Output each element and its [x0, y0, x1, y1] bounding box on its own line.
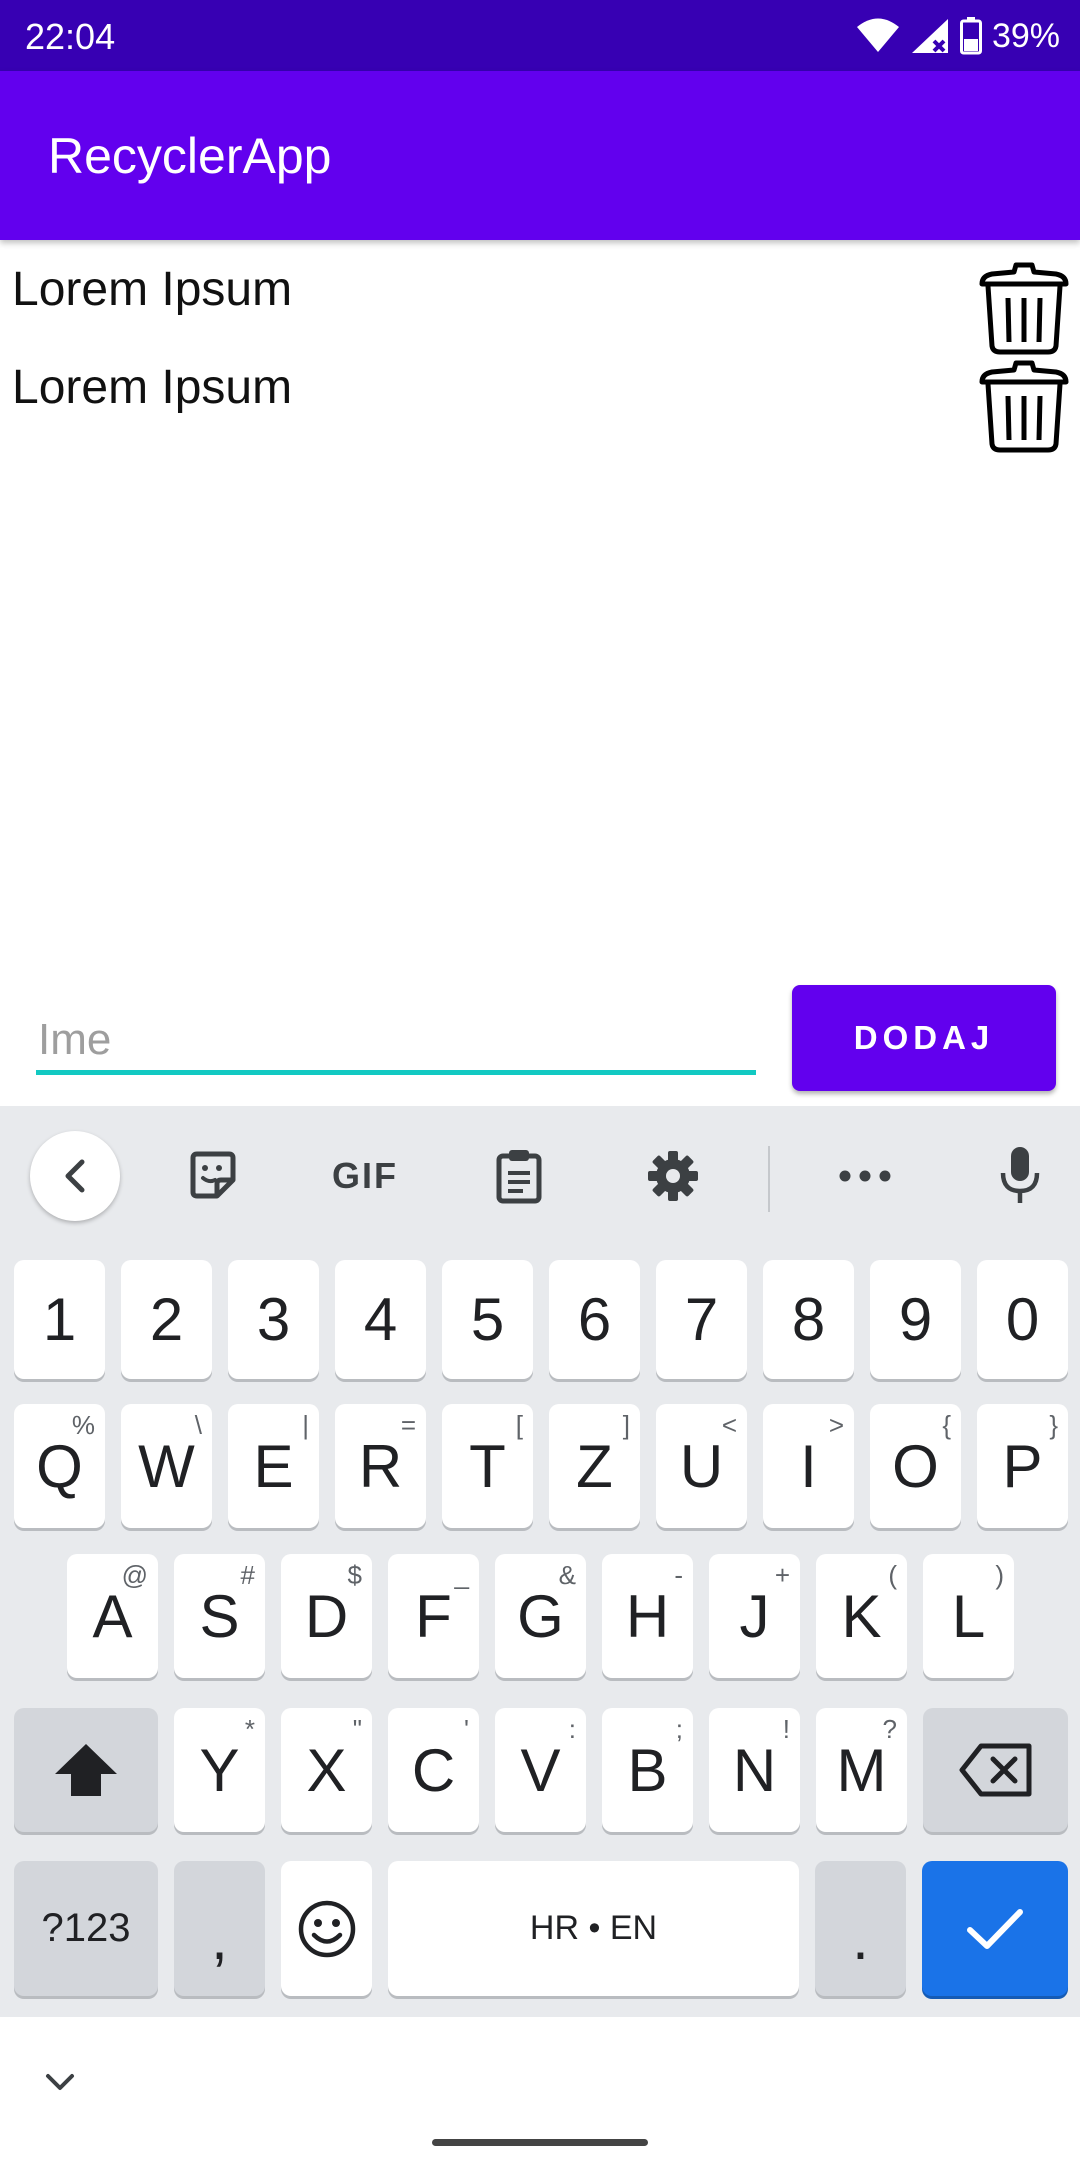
done-key[interactable] [922, 1861, 1068, 1996]
status-icons: 39% [856, 14, 1060, 58]
status-time: 22:04 [25, 16, 116, 57]
soft-keyboard: GIF 1 2 3 4 5 6 7 8 9 0 Q% W \ E | R = T[ Z… [0, 1106, 1080, 2017]
home-gesture-bar[interactable] [432, 2139, 648, 2146]
key-t[interactable]: T[ [442, 1404, 533, 1528]
gif-button[interactable]: GIF [320, 1131, 410, 1221]
keyboard-toolbar: GIF [0, 1106, 1080, 1236]
keyboard-back-button[interactable] [30, 1131, 120, 1221]
key-l[interactable]: L) [923, 1554, 1014, 1678]
key-j[interactable]: J + [709, 1554, 800, 1678]
period-key[interactable]: . [815, 1861, 906, 1996]
key-2[interactable]: 2 [121, 1260, 212, 1379]
key-z[interactable]: Z] [549, 1404, 640, 1528]
status-bar: 22:04 39% [0, 0, 1080, 71]
key-o[interactable]: O{ [870, 1404, 961, 1528]
back-icon [65, 1159, 85, 1193]
key-p[interactable]: P} [977, 1404, 1068, 1528]
gif-icon: GIF [332, 1155, 398, 1196]
key-x[interactable]: X " [281, 1708, 372, 1832]
more-icon [839, 1170, 891, 1182]
key-b[interactable]: B; [602, 1708, 693, 1832]
list-item: Lorem Ipsum [0, 338, 1080, 453]
app-title: RecyclerApp [48, 128, 332, 184]
emoji-key[interactable] [281, 1861, 372, 1996]
settings-button[interactable] [628, 1131, 718, 1221]
checkmark-icon [967, 1908, 1023, 1949]
shift-key[interactable] [14, 1708, 158, 1832]
item-label: Lorem Ipsum [12, 361, 293, 414]
key-f[interactable]: F _ [388, 1554, 479, 1678]
battery-icon [959, 17, 982, 55]
key-4[interactable]: 4 [335, 1260, 426, 1379]
delete-button[interactable] [978, 360, 1070, 454]
clipboard-button[interactable] [474, 1131, 564, 1221]
key-e[interactable]: E | [228, 1404, 319, 1528]
add-button[interactable]: DODAJ [792, 985, 1056, 1091]
key-9[interactable]: 9 [870, 1260, 961, 1379]
settings-icon [648, 1151, 698, 1201]
key-h[interactable]: H- [602, 1554, 693, 1678]
key-u[interactable]: U < [656, 1404, 747, 1528]
sticker-icon [190, 1151, 236, 1199]
symbols-key[interactable]: ?123 [14, 1861, 158, 1996]
space-key[interactable]: HR • EN [388, 1861, 799, 1996]
key-i[interactable]: I > [763, 1404, 854, 1528]
key-8[interactable]: 8 [763, 1260, 854, 1379]
mic-icon [1000, 1147, 1040, 1203]
key-g[interactable]: G & [495, 1554, 586, 1678]
key-0[interactable]: 0 [977, 1260, 1068, 1379]
key-5[interactable]: 5 [442, 1260, 533, 1379]
key-y[interactable]: Y * [174, 1708, 265, 1832]
key-k[interactable]: K( [816, 1554, 907, 1678]
key-7[interactable]: 7 [656, 1260, 747, 1379]
toolbar-divider [768, 1146, 770, 1212]
more-button[interactable] [820, 1131, 910, 1221]
key-v[interactable]: V: [495, 1708, 586, 1832]
list-item: Lorem Ipsum [0, 240, 1080, 355]
comma-key[interactable]: , [174, 1861, 265, 1996]
hide-keyboard-button[interactable] [40, 2062, 80, 2102]
key-n[interactable]: N! [709, 1708, 800, 1832]
item-label: Lorem Ipsum [12, 263, 293, 316]
key-c[interactable]: C ' [388, 1708, 479, 1832]
trash-icon [979, 360, 1069, 453]
clipboard-icon [496, 1150, 542, 1204]
shift-icon [55, 1744, 117, 1796]
input-underline [36, 1070, 756, 1075]
key-d[interactable]: D $ [281, 1554, 372, 1678]
cell-signal-icon [911, 19, 948, 53]
battery-percent: 39% [991, 16, 1060, 55]
chevron-down-icon [46, 2074, 74, 2090]
emoji-icon [298, 1900, 355, 1957]
key-3[interactable]: 3 [228, 1260, 319, 1379]
key-m[interactable]: M? [816, 1708, 907, 1832]
voice-input-button[interactable] [975, 1131, 1065, 1221]
key-s[interactable]: S # [174, 1554, 265, 1678]
key-w[interactable]: W \ [121, 1404, 212, 1528]
backspace-key[interactable] [923, 1708, 1068, 1832]
backspace-icon [959, 1743, 1031, 1797]
key-6[interactable]: 6 [549, 1260, 640, 1379]
wifi-icon [856, 18, 899, 52]
key-1[interactable]: 1 [14, 1260, 105, 1379]
key-a[interactable]: A @ [67, 1554, 158, 1678]
sticker-button[interactable] [168, 1131, 258, 1221]
key-q[interactable]: Q% [14, 1404, 105, 1528]
app-bar: RecyclerApp [0, 71, 1080, 240]
name-input[interactable] [36, 1005, 756, 1075]
key-r[interactable]: R = [335, 1404, 426, 1528]
